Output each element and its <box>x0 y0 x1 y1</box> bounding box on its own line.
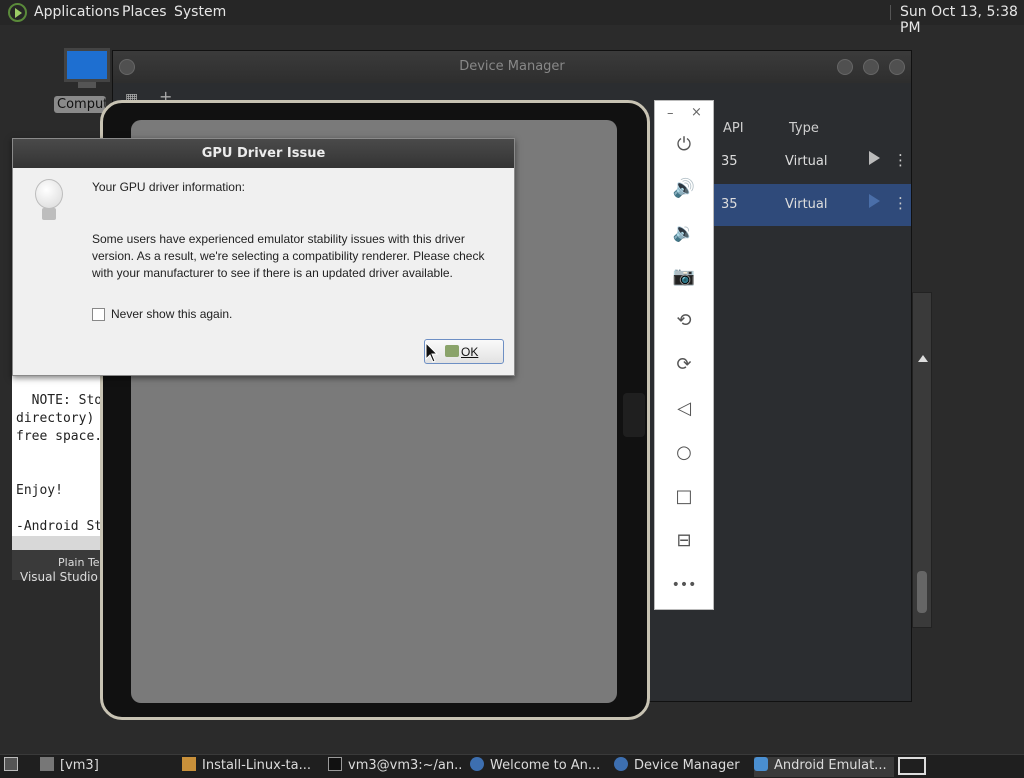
fold-icon[interactable]: ⊟ <box>670 527 698 555</box>
taskbar-item-label: Device Manager <box>634 758 740 773</box>
device-manager-titlebar[interactable]: Device Manager <box>113 51 911 83</box>
device-type: Virtual <box>785 197 828 212</box>
show-desktop-button[interactable] <box>4 757 24 777</box>
dialog-heading: Your GPU driver information: <box>92 180 245 194</box>
ok-hand-icon <box>445 345 459 357</box>
editor-horizontal-scrollbar[interactable] <box>12 536 107 550</box>
home-icon[interactable]: ○ <box>670 439 698 467</box>
minimize-button[interactable] <box>837 59 853 75</box>
dialog-message: Some users have experienced emulator sta… <box>92 232 485 280</box>
taskbar: [vm3] Install-Linux-ta... vm3@vm3:~/an..… <box>0 754 1024 778</box>
terminal-icon <box>328 757 342 771</box>
power-icon[interactable]: ⏻ <box>670 131 698 159</box>
taskbar-item-label: Welcome to An... <box>490 758 600 773</box>
text-editor-window: NOTE: Sto directory) free space. Enjoy! … <box>12 370 107 580</box>
device-row[interactable]: 35 Virtual ⋮ <box>713 141 911 183</box>
vscode-desktop-label[interactable]: Visual Studio C <box>20 570 110 584</box>
menu-places[interactable]: Places <box>122 4 167 20</box>
scroll-up-arrow-icon[interactable] <box>918 355 928 362</box>
rotate-right-icon[interactable]: ⟳ <box>670 351 698 379</box>
overview-icon[interactable]: □ <box>670 483 698 511</box>
menu-system[interactable]: System <box>174 4 226 20</box>
play-icon[interactable] <box>869 151 880 165</box>
device-row-selected[interactable]: 35 Virtual ⋮ <box>713 184 911 226</box>
device-hinge <box>623 393 645 437</box>
more-icon[interactable]: ••• <box>670 571 698 599</box>
menu-applications[interactable]: Applications <box>34 4 120 20</box>
more-vert-icon[interactable]: ⋮ <box>893 151 908 169</box>
dialog-titlebar[interactable]: GPU Driver Issue <box>13 139 514 168</box>
close-button[interactable] <box>889 59 905 75</box>
toolbar-close-button[interactable]: × <box>691 105 702 120</box>
gpu-driver-dialog: GPU Driver Issue Your GPU driver informa… <box>12 138 515 376</box>
emulator-icon <box>754 757 768 771</box>
camera-icon[interactable]: 📷 <box>670 263 698 291</box>
back-icon[interactable]: ◁ <box>670 395 698 423</box>
never-show-label[interactable]: Never show this again. <box>111 307 232 321</box>
device-manager-title: Device Manager <box>459 59 565 74</box>
volume-up-icon[interactable]: 🔊 <box>670 175 698 203</box>
column-header-api[interactable]: API <box>723 121 744 136</box>
workspace-switcher-icon[interactable] <box>898 757 926 775</box>
emulator-toolbar: – × ⏻ 🔊 🔉 📷 ⟲ ⟳ ◁ ○ □ ⊟ ••• <box>654 100 714 610</box>
taskbar-item-install-doc[interactable]: Install-Linux-ta... <box>182 757 318 777</box>
device-api: 35 <box>721 197 738 212</box>
toolbar-minimize-button[interactable]: – <box>667 106 674 121</box>
more-vert-icon[interactable]: ⋮ <box>893 194 908 212</box>
lightbulb-icon <box>33 179 65 227</box>
scroll-thumb[interactable] <box>917 571 927 613</box>
taskbar-item-device-manager[interactable]: Device Manager <box>614 757 744 777</box>
text-editor-icon <box>182 757 196 771</box>
desktop-icon <box>4 757 18 771</box>
monitor-icon <box>64 48 110 82</box>
taskbar-item-label: Android Emulat... <box>774 758 887 773</box>
android-studio-icon <box>470 757 484 771</box>
android-studio-icon <box>614 757 628 771</box>
folder-icon <box>40 757 54 771</box>
play-icon[interactable] <box>869 194 880 208</box>
maximize-button[interactable] <box>863 59 879 75</box>
computer-label: Computer <box>54 96 106 113</box>
applications-logo-icon[interactable] <box>8 3 27 22</box>
ok-label: OK <box>461 345 479 359</box>
editor-content[interactable]: NOTE: Sto directory) free space. Enjoy! … <box>16 392 102 536</box>
panel-divider <box>890 5 892 20</box>
rotate-left-icon[interactable]: ⟲ <box>670 307 698 335</box>
clock[interactable]: Sun Oct 13, 5:38 PM <box>900 4 1024 36</box>
monitor-stand <box>78 82 96 88</box>
device-api: 35 <box>721 154 738 169</box>
taskbar-item-terminal[interactable]: vm3@vm3:~/an... <box>328 757 462 777</box>
volume-down-icon[interactable]: 🔉 <box>670 219 698 247</box>
taskbar-item-label: vm3@vm3:~/an... <box>348 758 462 773</box>
top-panel: Applications Places System Sun Oct 13, 5… <box>0 0 1024 36</box>
never-show-checkbox[interactable] <box>92 308 105 321</box>
taskbar-item-label: [vm3] <box>60 758 99 773</box>
taskbar-item-emulator[interactable]: Android Emulat... <box>754 757 894 777</box>
taskbar-item-files[interactable]: [vm3] <box>40 757 160 777</box>
column-header-type[interactable]: Type <box>789 121 819 136</box>
dialog-title: GPU Driver Issue <box>201 146 326 161</box>
taskbar-item-android-studio[interactable]: Welcome to An... <box>470 757 600 777</box>
editor-mode-label[interactable]: Plain Te <box>58 556 100 569</box>
device-type: Virtual <box>785 154 828 169</box>
vertical-scrollbar[interactable] <box>912 292 932 628</box>
taskbar-item-label: Install-Linux-ta... <box>202 758 312 773</box>
